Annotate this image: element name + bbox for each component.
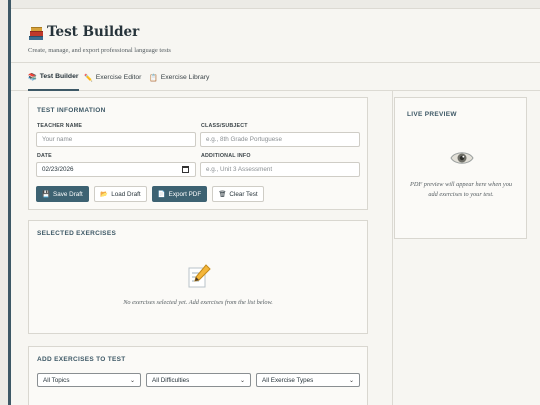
additional-info-input[interactable]: e.g., Unit 3 Assessment <box>200 162 360 177</box>
live-preview-message: PDF preview will appear here when you ad… <box>409 181 512 198</box>
topics-filter-select[interactable]: All Topics ⌄ <box>37 373 141 387</box>
chevron-down-icon: ⌄ <box>348 378 354 384</box>
floppy-disk-icon: 💾 <box>42 191 51 198</box>
additional-info-label: ADDITIONAL INFO <box>201 153 251 159</box>
export-pdf-button[interactable]: 📄 Export PDF <box>152 186 207 202</box>
save-draft-button[interactable]: 💾 Save Draft <box>36 186 89 202</box>
clear-test-button[interactable]: 🗑 Clear Test <box>212 186 264 202</box>
books-icon: 📚 <box>28 73 37 81</box>
load-draft-button[interactable]: 📂 Load Draft <box>94 186 147 202</box>
test-information-heading: TEST INFORMATION <box>37 107 106 114</box>
app-header: Test Builder Create, manage, and export … <box>11 9 540 63</box>
topics-filter-value: All Topics <box>43 376 70 384</box>
app-title: Test Builder <box>47 24 140 40</box>
live-preview-card <box>394 97 527 239</box>
add-exercises-heading: ADD EXERCISES TO TEST <box>37 356 126 363</box>
date-value: 02/23/2026 <box>42 166 74 173</box>
memo-pencil-icon <box>188 264 211 288</box>
tab-label: Test Builder <box>39 73 79 80</box>
pencil-icon: ✏️ <box>84 74 93 82</box>
panel-divider <box>392 91 393 405</box>
trash-icon: 🗑 <box>218 191 227 198</box>
date-label: DATE <box>37 153 52 159</box>
class-subject-input[interactable]: e.g., 8th Grade Portuguese <box>200 132 360 147</box>
chevron-down-icon: ⌄ <box>239 378 245 384</box>
export-pdf-label: Export PDF <box>168 190 202 198</box>
chevron-down-icon: ⌄ <box>129 378 135 384</box>
tab-label: Exercise Editor <box>95 74 142 81</box>
live-preview-heading: LIVE PREVIEW <box>407 111 457 118</box>
tab-exercise-editor[interactable]: ✏️ Exercise Editor <box>84 64 141 91</box>
page-icon: 📄 <box>157 191 166 198</box>
books-icon <box>29 27 43 40</box>
exercise-type-filter-select[interactable]: All Exercise Types ⌄ <box>256 373 360 387</box>
tab-exercise-library[interactable]: 📋 Exercise Library <box>149 64 209 91</box>
app-subtitle: Create, manage, and export professional … <box>28 47 171 54</box>
load-draft-label: Load Draft <box>111 190 141 198</box>
tab-test-builder[interactable]: 📚 Test Builder <box>28 64 79 91</box>
save-draft-label: Save Draft <box>53 190 83 198</box>
difficulty-filter-select[interactable]: All Difficulties ⌄ <box>146 373 251 387</box>
teacher-name-input[interactable]: Your name <box>36 132 196 147</box>
selected-exercises-heading: SELECTED EXERCISES <box>37 230 117 237</box>
tab-bar: 📚 Test Builder ✏️ Exercise Editor 📋 Exer… <box>11 64 540 91</box>
calendar-icon[interactable] <box>182 166 189 173</box>
selected-exercises-empty-message: No exercises selected yet. Add exercises… <box>123 299 273 306</box>
class-subject-label: CLASS/SUBJECT <box>201 123 248 129</box>
date-input[interactable]: 02/23/2026 <box>36 162 196 177</box>
difficulty-filter-value: All Difficulties <box>152 376 190 384</box>
eye-icon <box>450 152 474 164</box>
clear-test-label: Clear Test <box>229 190 258 198</box>
folder-icon: 📂 <box>100 191 109 198</box>
teacher-name-label: TEACHER NAME <box>37 123 83 129</box>
exercise-type-filter-value: All Exercise Types <box>262 376 314 384</box>
tab-label: Exercise Library <box>160 74 210 81</box>
clipboard-icon: 📋 <box>149 74 158 82</box>
